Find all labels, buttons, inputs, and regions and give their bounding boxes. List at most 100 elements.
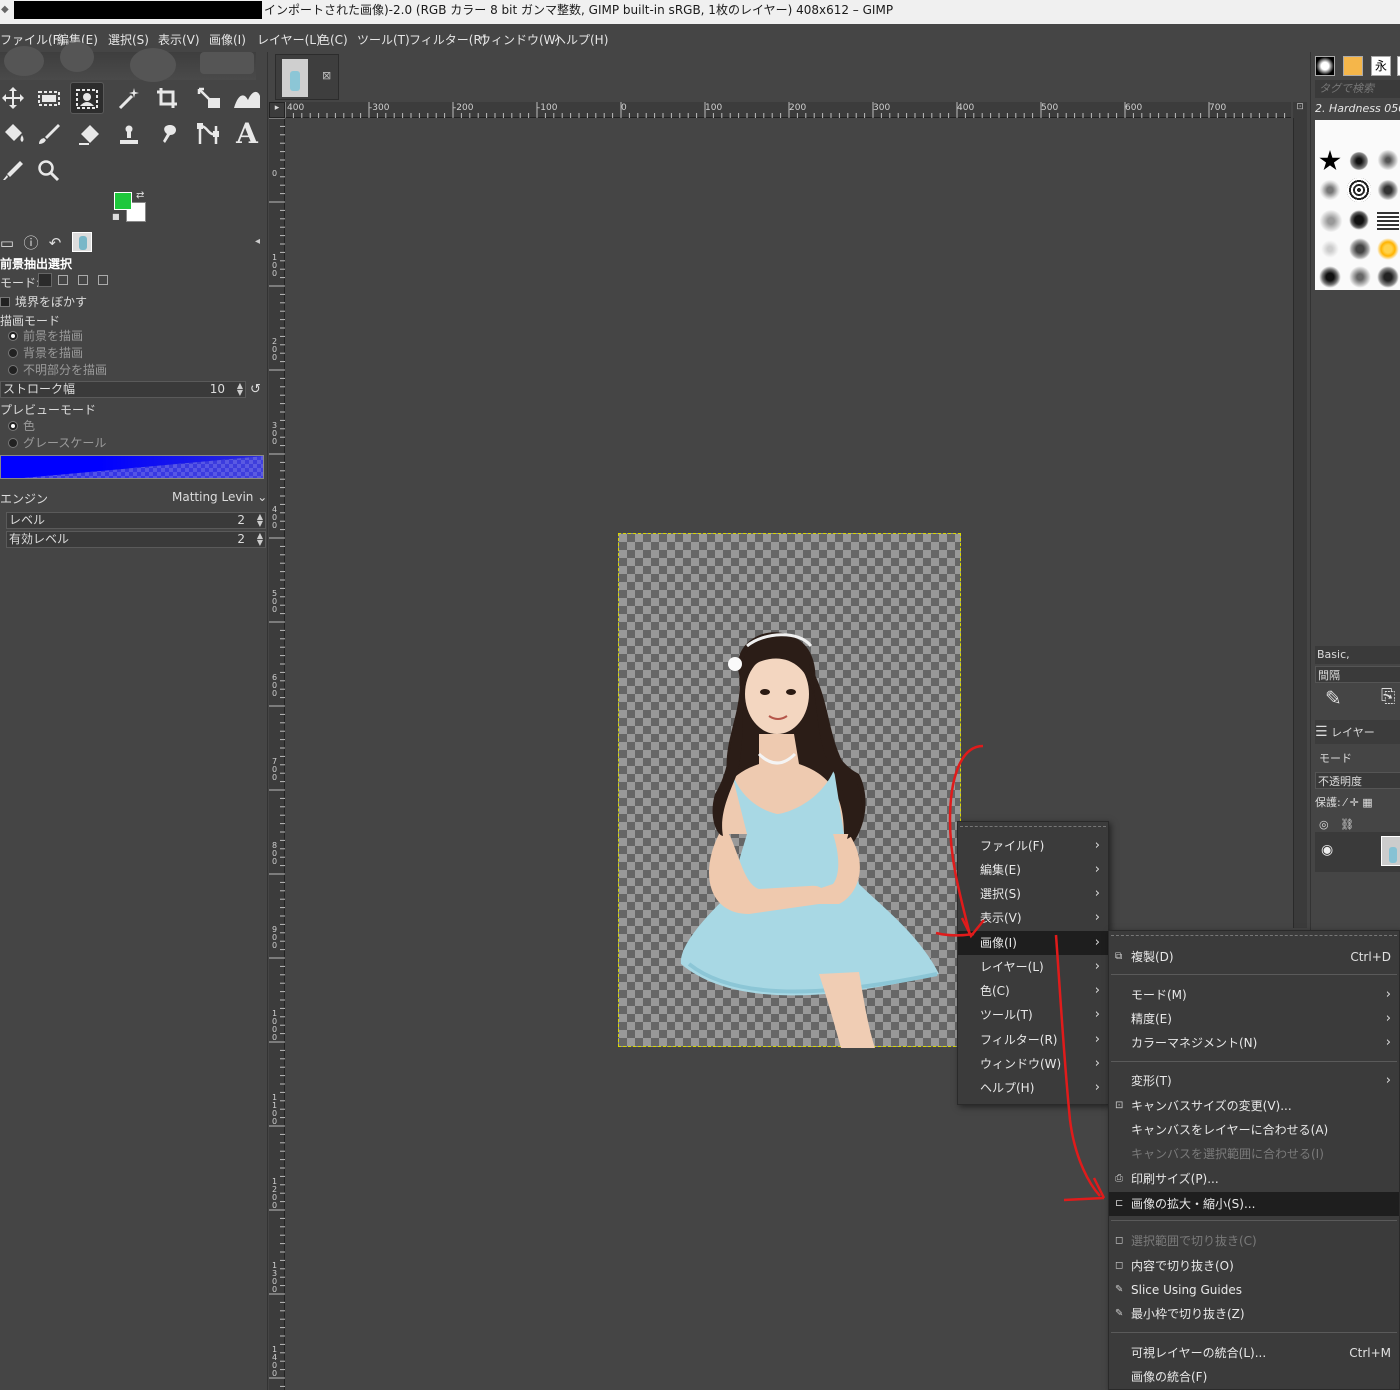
zoom-tool-icon[interactable] [32,154,66,186]
mode-subtract-icon[interactable] [78,275,88,285]
img-merge-visible[interactable]: 可視レイヤーの統合(L)... Ctrl+M [1109,1341,1399,1365]
tool-options-tab-icon[interactable]: ▭ [0,232,18,254]
active-levels-spin[interactable]: 有効レベル 2 ▲ ▼ [6,531,266,548]
eraser-tool-icon[interactable] [72,118,106,150]
mode-replace-icon[interactable] [38,273,52,287]
brush-thumbnail[interactable] [1377,150,1399,170]
crop-tool-icon[interactable] [150,82,184,114]
brush-thumbnail[interactable] [1377,238,1399,260]
smudge-tool-icon[interactable] [152,118,186,150]
img-fit-canvas-selection[interactable]: キャンバスを選択範囲に合わせる(I) [1109,1142,1399,1166]
brush-thumbnail[interactable] [1377,212,1399,230]
brush-thumbnail[interactable] [1377,180,1399,200]
menu-colors[interactable]: 色(C) [318,31,348,48]
brush-thumbnail[interactable] [1321,240,1339,258]
brush-thumbnail[interactable] [1319,266,1341,288]
layers-tab[interactable]: ☰ レイヤー [1315,720,1400,744]
swap-colors-icon[interactable]: ⇄ [136,190,144,201]
brushes-tab-icon[interactable] [1315,56,1335,76]
new-brush-icon[interactable]: ⎘ [1381,686,1400,707]
preview-color-bar[interactable] [0,455,264,479]
img-precision[interactable]: 精度(E) › [1109,1007,1399,1031]
opacity-slider[interactable]: 不透明度 [1315,772,1400,789]
img-print-size[interactable]: ⎙ 印刷サイズ(P)... [1109,1167,1399,1191]
draw-background-radio[interactable]: 背景を描画 [8,344,83,361]
bucket-fill-tool-icon[interactable] [0,118,30,150]
brush-thumbnail[interactable] [1377,266,1399,288]
stroke-width-spin[interactable]: ストローク幅 10 ▲ ▼ [0,381,246,398]
ctx-layer[interactable]: レイヤー(L) › [958,955,1108,979]
scale-tool-icon[interactable] [192,82,226,114]
img-slice-guides[interactable]: ✎ Slice Using Guides [1109,1278,1399,1302]
horizontal-ruler[interactable]: 400 -300 -200 -100 0 100 200 300 400 500… [285,102,1291,118]
layer-row[interactable]: ◉ [1315,832,1400,872]
brush-thumbnail[interactable] [1349,152,1369,170]
lock-position-icon[interactable]: ✛ [1350,796,1359,809]
brush-thumbnail[interactable] [1349,238,1371,260]
menu-file[interactable]: ファイル(F) [0,31,64,48]
close-icon[interactable]: ⊠ [322,69,331,82]
menu-view[interactable]: 表示(V) [158,31,200,48]
brush-preset-tag[interactable]: Basic, [1315,646,1400,664]
brush-thumbnail[interactable] [1349,210,1369,230]
ctx-filters[interactable]: フィルター(R) › [958,1028,1108,1052]
brush-tag-search[interactable]: タグで検索 [1315,80,1400,98]
menu-tools[interactable]: ツール(T) [357,31,410,48]
brush-thumbnail[interactable] [1349,266,1371,288]
preview-color-radio[interactable]: 色 [8,417,35,434]
img-mode[interactable]: モード(M) › [1109,983,1399,1007]
images-tab-icon[interactable] [72,232,92,252]
menu-windows[interactable]: ウィンドウ(W) [479,31,560,48]
brush-thumbnail[interactable] [1347,178,1371,202]
draw-foreground-radio[interactable]: 前景を描画 [8,327,83,344]
img-transform[interactable]: 変形(T) › [1109,1069,1399,1093]
img-scale-image[interactable]: ⊏ 画像の拡大・縮小(S)... [1109,1192,1399,1216]
foreground-color-swatch[interactable] [114,192,132,210]
dock-menu-icon[interactable]: ◂ [255,236,260,247]
reset-colors-icon[interactable]: ■ [112,212,122,222]
img-fit-canvas-layers[interactable]: キャンバスをレイヤーに合わせる(A) [1109,1118,1399,1142]
paths-tool-icon[interactable] [192,118,226,150]
brush-star-icon[interactable] [1319,150,1341,171]
img-crop-selection[interactable]: ◻ 選択範囲で切り抜き(C) [1109,1229,1399,1253]
img-duplicate[interactable]: ⧉ 複製(D) Ctrl+D [1109,945,1399,969]
menu-help[interactable]: ヘルプ(H) [554,31,608,48]
spin-arrows-icon[interactable]: ▲ ▼ [257,532,263,547]
brush-thumbnail[interactable] [1319,210,1343,232]
ctx-tools[interactable]: ツール(T) › [958,1003,1108,1027]
mode-intersect-icon[interactable] [98,275,108,285]
lock-alpha-icon[interactable]: ▦ [1362,796,1372,809]
move-tool-icon[interactable] [0,82,30,114]
fonts-tab-icon[interactable]: 永 [1371,56,1391,76]
quick-mask-toggle[interactable]: ▸ [269,102,285,118]
menu-layer[interactable]: レイヤー(L) [257,31,321,48]
draw-unknown-radio[interactable]: 不明部分を描画 [8,361,107,378]
navigate-icon[interactable]: ⊡ [1293,102,1307,118]
image-layer-canvas[interactable] [618,533,961,1048]
mode-add-icon[interactable] [58,275,68,285]
ctx-select[interactable]: 選択(S) › [958,882,1108,906]
warp-transform-tool-icon[interactable] [230,82,264,114]
ctx-image[interactable]: 画像(I) › [958,931,1108,955]
ctx-view[interactable]: 表示(V) › [958,906,1108,930]
fg-bg-color-widget[interactable]: ⇄ ■ [112,190,152,226]
brush-grid[interactable] [1315,120,1400,290]
tearoff-line[interactable] [960,826,1106,827]
reset-stroke-icon[interactable]: ↺ [250,382,261,397]
clone-tool-icon[interactable] [112,118,146,150]
vertical-scrollbar[interactable] [1293,118,1307,928]
img-zealous-crop[interactable]: ✎ 最小枠で切り抜き(Z) [1109,1302,1399,1326]
color-picker-tool-icon[interactable] [0,154,30,186]
img-canvas-size[interactable]: ⊡ キャンバスサイズの変更(V)... [1109,1094,1399,1118]
ctx-windows[interactable]: ウィンドウ(W) › [958,1052,1108,1076]
menu-select[interactable]: 選択(S) [108,31,149,48]
fuzzy-select-tool-icon[interactable] [112,82,146,114]
text-tool-icon[interactable]: A [230,118,264,150]
levels-spin[interactable]: レベル 2 ▲ ▼ [6,512,266,529]
ctx-help[interactable]: ヘルプ(H) › [958,1076,1108,1100]
undo-history-tab-icon[interactable]: ↶ [44,232,66,254]
spin-arrows-icon[interactable]: ▲ ▼ [237,382,243,397]
ctx-file[interactable]: ファイル(F) › [958,834,1108,858]
img-crop-content[interactable]: ◻ 内容で切り抜き(O) [1109,1254,1399,1278]
device-status-tab-icon[interactable]: ⓘ [20,232,42,254]
